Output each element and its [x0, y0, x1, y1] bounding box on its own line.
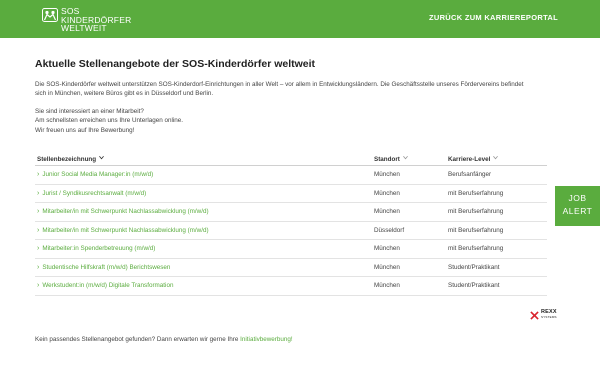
chevron-down-icon: [493, 155, 499, 159]
table-row[interactable]: › Mitarbeiter:in Spenderbetreuung (m/w/d)…: [35, 240, 547, 259]
job-level: mit Berufserfahrung: [448, 208, 504, 216]
job-title-link[interactable]: › Mitarbeiter/in mit Schwerpunkt Nachlass…: [35, 208, 374, 215]
chevron-right-icon: ›: [37, 263, 40, 271]
intro-section: Aktuelle Stellenangebote der SOS-Kinderd…: [35, 58, 535, 135]
chevron-right-icon: ›: [37, 171, 40, 179]
footer-note: Kein passendes Stellenangebot gefunden? …: [35, 336, 293, 343]
rexx-logo-icon: [530, 310, 539, 320]
chevron-down-icon: [402, 155, 408, 159]
logo-text: SOS KINDERDÖRFER WELTWEIT: [61, 7, 131, 33]
job-location: München: [374, 263, 400, 271]
table-row[interactable]: › Junior Social Media Manager:in (m/w/d) …: [35, 166, 547, 185]
job-level: Berufsanfänger: [448, 171, 492, 179]
job-alert-line-1: JOB: [568, 193, 587, 203]
job-title-link[interactable]: › Mitarbeiter/in mit Schwerpunkt Nachlass…: [35, 227, 374, 234]
job-title-link[interactable]: › Mitarbeiter:in Spenderbetreuung (m/w/d): [35, 245, 374, 252]
job-title: Jurist / Syndikusrechtsanwalt (m/w/d): [42, 189, 147, 197]
chevron-right-icon: ›: [37, 226, 40, 234]
job-location: Düsseldorf: [374, 226, 405, 234]
rexx-sub: SYSTEMS: [541, 315, 557, 319]
chevron-right-icon: ›: [37, 208, 40, 216]
cta-line-1: Sie sind interessiert an einer Mitarbeit…: [35, 108, 144, 115]
job-title: Mitarbeiter/in mit Schwerpunkt Nachlassa…: [42, 226, 209, 234]
job-title-link[interactable]: › Jurist / Syndikusrechtsanwalt (m/w/d): [35, 190, 374, 197]
job-alert-line-2: ALERT: [562, 206, 593, 216]
table-header: Stellenbezeichnung Standort Karriere-Lev…: [35, 152, 547, 166]
jobs-table: Stellenbezeichnung Standort Karriere-Lev…: [35, 152, 547, 296]
rexx-text: REXX SYSTEMS: [541, 309, 557, 320]
job-title: Junior Social Media Manager:in (m/w/d): [42, 171, 154, 179]
job-title-link[interactable]: › Werkstudent:in (m/w/d) Digitale Transfo…: [35, 282, 374, 289]
table-row[interactable]: › Mitarbeiter/in mit Schwerpunkt Nachlass…: [35, 222, 547, 240]
logo-line-3: WELTWEIT: [61, 23, 107, 33]
job-level: mit Berufserfahrung: [448, 245, 504, 253]
column-header-location[interactable]: Standort: [374, 155, 448, 163]
cta-line-2: Am schnellsten erreichen uns Ihre Unterl…: [35, 117, 184, 125]
footer-text: Kein passendes Stellenangebot gefunden? …: [35, 336, 241, 343]
job-location: München: [374, 208, 400, 216]
column-header-location-label: Standort: [374, 155, 400, 163]
job-title: Mitarbeiter/in mit Schwerpunkt Nachlassa…: [42, 208, 209, 216]
job-title-link[interactable]: › Studentische Hilfskraft (m/w/d) Bericht…: [35, 264, 374, 271]
job-level: Student/Praktikant: [448, 263, 500, 271]
chevron-down-icon: [99, 155, 105, 159]
job-title-link[interactable]: › Junior Social Media Manager:in (m/w/d): [35, 171, 374, 178]
call-to-action-text: Sie sind interessiert an einer Mitarbeit…: [35, 107, 535, 135]
job-title: Mitarbeiter:in Spenderbetreuung (m/w/d): [42, 245, 156, 253]
job-level: mit Berufserfahrung: [448, 226, 504, 234]
job-title: Studentische Hilfskraft (m/w/d) Berichts…: [42, 263, 171, 271]
rexx-systems-logo[interactable]: REXX SYSTEMS: [530, 309, 557, 320]
job-location: München: [374, 171, 400, 179]
chevron-right-icon: ›: [37, 245, 40, 253]
column-header-level-label: Karriere-Level: [448, 155, 491, 163]
column-header-title[interactable]: Stellenbezeichnung: [35, 155, 374, 163]
table-row[interactable]: › Studentische Hilfskraft (m/w/d) Bericht…: [35, 259, 547, 277]
table-row[interactable]: › Werkstudent:in (m/w/d) Digitale Transfo…: [35, 277, 547, 296]
column-header-title-label: Stellenbezeichnung: [37, 155, 97, 163]
job-location: München: [374, 245, 400, 253]
job-location: München: [374, 189, 400, 197]
job-location: München: [374, 282, 400, 290]
initiative-application-link[interactable]: Initiativbewerbung!: [240, 336, 293, 343]
sos-logo[interactable]: SOS KINDERDÖRFER WELTWEIT: [42, 7, 131, 33]
back-to-career-portal-link[interactable]: ZURÜCK ZUM KARRIEREPORTAL: [429, 13, 558, 22]
job-alert-button[interactable]: JOB ALERT: [555, 186, 600, 226]
table-row[interactable]: › Jurist / Syndikusrechtsanwalt (m/w/d) M…: [35, 185, 547, 203]
chevron-right-icon: ›: [37, 189, 40, 197]
page-title: Aktuelle Stellenangebote der SOS-Kinderd…: [35, 58, 316, 70]
sos-logo-icon: [42, 8, 58, 22]
column-header-level[interactable]: Karriere-Level: [448, 155, 547, 163]
table-row[interactable]: › Mitarbeiter/in mit Schwerpunkt Nachlass…: [35, 203, 547, 222]
header-bar: SOS KINDERDÖRFER WELTWEIT ZURÜCK ZUM KAR…: [0, 0, 600, 38]
job-level: Student/Praktikant: [448, 282, 500, 290]
intro-text: Die SOS-Kinderdörfer weltweit unterstütz…: [35, 81, 524, 97]
job-title: Werkstudent:in (m/w/d) Digitale Transfor…: [42, 282, 174, 290]
job-level: mit Berufserfahrung: [448, 189, 504, 197]
cta-line-3: Wir freuen uns auf Ihre Bewerbung!: [35, 126, 135, 134]
chevron-right-icon: ›: [37, 282, 40, 290]
